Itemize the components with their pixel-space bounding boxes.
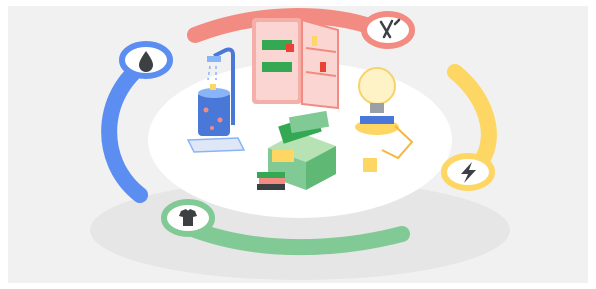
book-stack — [257, 172, 285, 190]
food-badge — [361, 11, 415, 49]
open-fridge — [252, 18, 339, 110]
household-essentials-illustration — [8, 6, 588, 283]
clothing-badge — [161, 199, 215, 237]
energy-badge — [441, 153, 495, 191]
water-badge — [119, 41, 173, 79]
